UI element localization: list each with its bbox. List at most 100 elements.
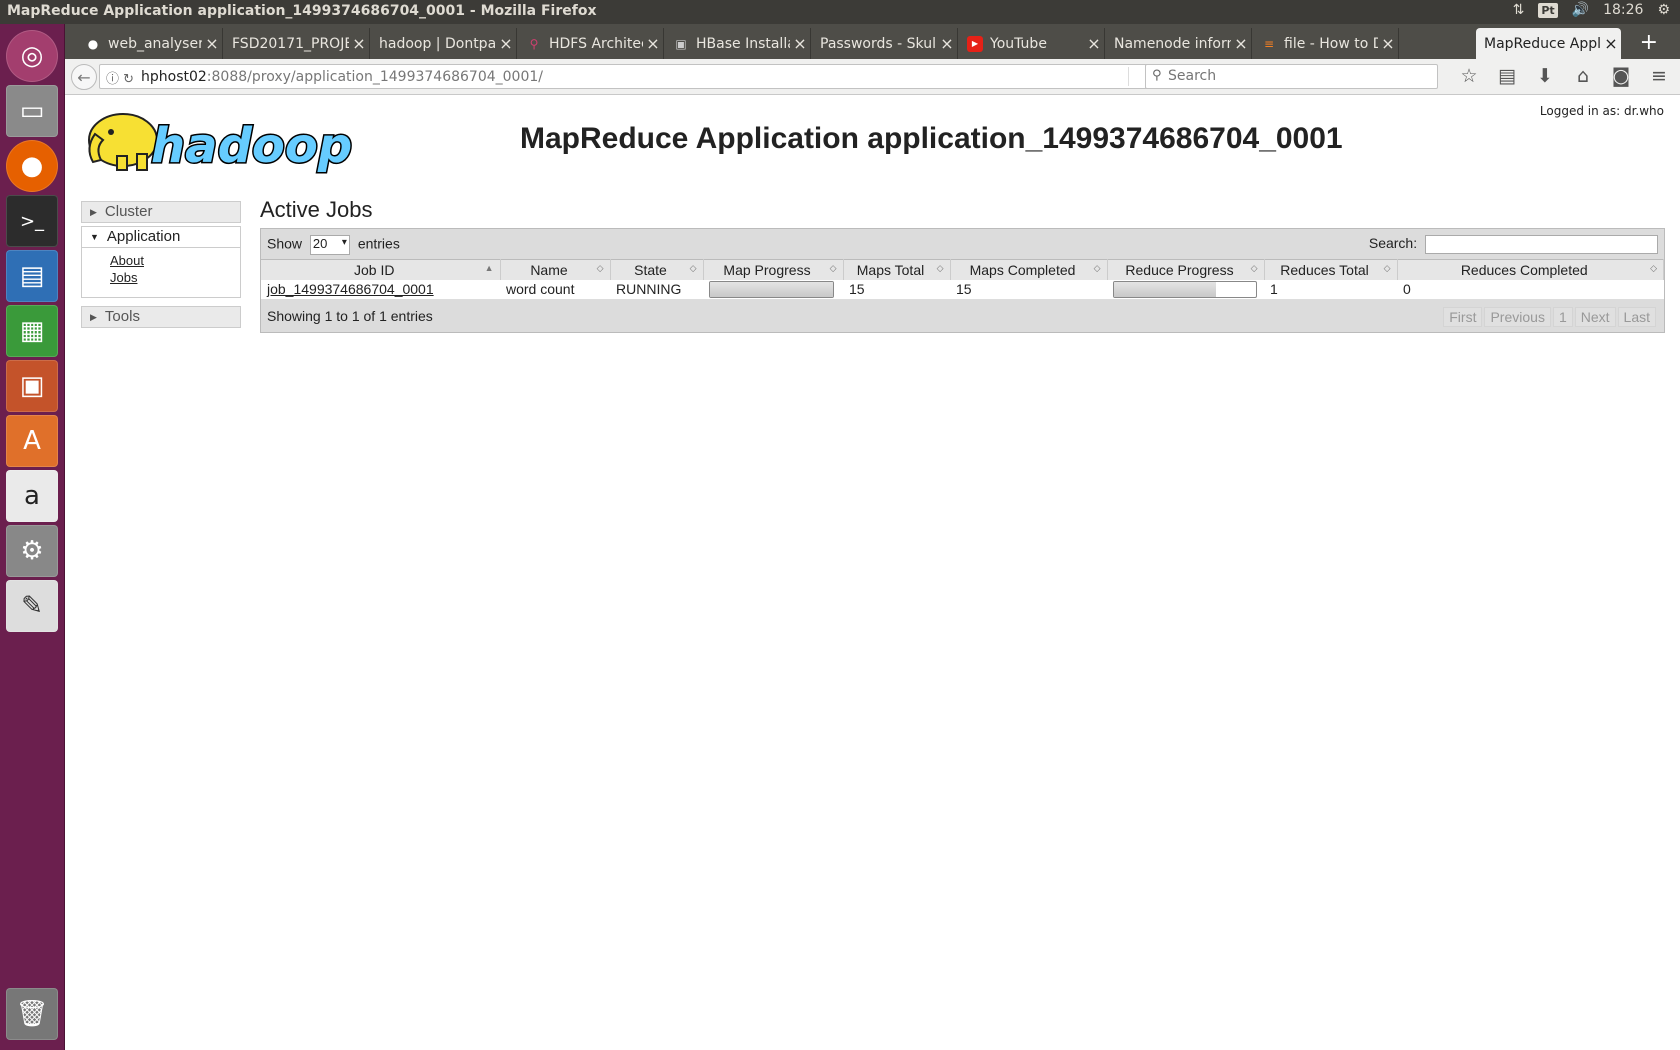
reduces-completed: 0 bbox=[1397, 279, 1664, 300]
info-icon[interactable]: ⓘ ↻ bbox=[106, 68, 134, 87]
new-tab-plus-icon[interactable]: + bbox=[1640, 30, 1658, 55]
web-search-box[interactable]: ⚲ bbox=[1145, 64, 1438, 89]
col-reduces-completed[interactable]: Reduces Completed ◇ bbox=[1397, 259, 1664, 280]
left-nav: ▶ Cluster ▼ Application About Jobs ▶ Tools bbox=[81, 201, 241, 331]
pager-first[interactable]: First bbox=[1443, 307, 1483, 327]
home-icon[interactable]: ⌂ bbox=[1572, 65, 1594, 87]
col-reduces-total[interactable]: Reduces Total ◇ bbox=[1264, 259, 1398, 280]
ubuntu-dash-icon[interactable]: ◎ bbox=[6, 30, 58, 82]
youtube-icon: ▶ bbox=[967, 35, 983, 52]
reading-list-icon[interactable]: ▤ bbox=[1496, 65, 1518, 87]
keyboard-layout-indicator[interactable]: Pt bbox=[1538, 2, 1558, 18]
close-icon[interactable]: × bbox=[1601, 34, 1621, 53]
nav-link-jobs[interactable]: Jobs bbox=[110, 269, 240, 286]
text-editor-icon[interactable]: ✎ bbox=[6, 580, 58, 632]
clock[interactable]: 18:26 bbox=[1603, 2, 1643, 18]
close-icon[interactable]: × bbox=[790, 34, 810, 53]
tab-youtube[interactable]: ▶ YouTube × bbox=[959, 28, 1105, 59]
network-icon[interactable]: ⇅ bbox=[1513, 2, 1525, 18]
triangle-down-icon: ▼ bbox=[90, 232, 99, 243]
tab-strip: ● web_analyser/ × FSD20171_PROJE × hadoo… bbox=[65, 24, 1680, 59]
pager-page-1[interactable]: 1 bbox=[1552, 307, 1573, 327]
system-tray: ⇅ Pt 🔊 18:26 ⚙ bbox=[1513, 2, 1670, 18]
web-search-input[interactable] bbox=[1168, 68, 1428, 84]
gear-icon[interactable]: ⚙ bbox=[1657, 2, 1670, 18]
col-reduce-progress[interactable]: Reduce Progress ◇ bbox=[1107, 259, 1265, 280]
close-icon[interactable]: × bbox=[1231, 34, 1251, 53]
maps-completed: 15 bbox=[950, 279, 1107, 300]
col-job-id[interactable]: Job ID ▲ bbox=[261, 259, 501, 280]
pocket-icon[interactable]: ◙ bbox=[1610, 65, 1632, 87]
section-heading: Active Jobs bbox=[260, 197, 373, 222]
stackoverflow-icon: ≡ bbox=[1263, 36, 1275, 51]
bookmark-star-icon[interactable]: ☆ bbox=[1458, 65, 1480, 87]
col-map-progress[interactable]: Map Progress ◇ bbox=[703, 259, 844, 280]
system-top-bar: MapReduce Application application_149937… bbox=[0, 0, 1680, 24]
job-id-link[interactable]: job_1499374686704_0001 bbox=[267, 281, 434, 297]
volume-icon[interactable]: 🔊 bbox=[1572, 2, 1589, 18]
nav-tools[interactable]: ▶ Tools bbox=[81, 306, 241, 328]
calc-icon[interactable]: ▦ bbox=[6, 305, 58, 357]
navigation-toolbar: ← ⓘ ↻ hphost02:8088/proxy/application_14… bbox=[65, 59, 1680, 95]
software-center-icon[interactable]: A bbox=[6, 415, 58, 467]
sort-icon: ◇ bbox=[829, 263, 837, 273]
main-panel: Active Jobs Show 20 ▾ entries Search: Job… bbox=[260, 197, 1665, 333]
impress-icon[interactable]: ▣ bbox=[6, 360, 58, 412]
nav-cluster[interactable]: ▶ Cluster bbox=[81, 201, 241, 223]
sort-icon: ◇ bbox=[1093, 263, 1101, 273]
page-size-select[interactable]: 20 ▾ bbox=[309, 235, 350, 255]
amazon-icon[interactable]: a bbox=[6, 470, 58, 522]
table-info: Showing 1 to 1 of 1 entries bbox=[267, 308, 433, 324]
maps-total: 15 bbox=[843, 279, 950, 300]
menu-hamburger-icon[interactable]: ≡ bbox=[1648, 65, 1670, 87]
tab-web-analyser[interactable]: ● web_analyser/ × bbox=[77, 28, 223, 59]
triangle-right-icon: ▶ bbox=[90, 207, 97, 218]
reduce-progress-bar bbox=[1113, 280, 1257, 298]
github-icon: ● bbox=[87, 36, 99, 51]
writer-icon[interactable]: ▤ bbox=[6, 250, 58, 302]
sort-icon: ◇ bbox=[1250, 263, 1258, 273]
nav-application[interactable]: ▼ Application bbox=[81, 226, 241, 248]
pagination: First Previous 1 Next Last bbox=[1443, 307, 1656, 327]
close-icon[interactable]: × bbox=[643, 34, 663, 53]
tab-hadoop-dontpad[interactable]: hadoop | Dontpa × bbox=[371, 28, 517, 59]
download-icon[interactable]: ⬇ bbox=[1534, 65, 1556, 87]
tab-fsd[interactable]: FSD20171_PROJE × bbox=[224, 28, 370, 59]
terminal-icon[interactable]: >_ bbox=[6, 195, 58, 247]
close-icon[interactable]: × bbox=[202, 34, 222, 53]
sort-icon: ◇ bbox=[1650, 263, 1657, 273]
pager-next[interactable]: Next bbox=[1574, 307, 1616, 327]
chevron-down-icon: ▾ bbox=[341, 237, 347, 248]
table-search-input[interactable] bbox=[1425, 235, 1658, 254]
tab-hbase[interactable]: ▣ HBase Installa × bbox=[665, 28, 811, 59]
trash-icon[interactable]: 🗑 bbox=[6, 988, 58, 1040]
close-icon[interactable]: × bbox=[1084, 34, 1104, 53]
tab-mapreduce-active[interactable]: MapReduce Appli × bbox=[1476, 28, 1621, 59]
url-bar[interactable]: ⓘ ↻ hphost02:8088/proxy/application_1499… bbox=[99, 64, 1170, 89]
col-maps-total[interactable]: Maps Total ◇ bbox=[843, 259, 951, 280]
hadoop-logo: hadoop bbox=[81, 104, 371, 176]
hdfs-icon: ⚲ bbox=[529, 36, 539, 51]
close-icon[interactable]: × bbox=[349, 34, 369, 53]
nav-application-body: About Jobs bbox=[81, 248, 241, 298]
col-state[interactable]: State ◇ bbox=[610, 259, 704, 280]
files-icon[interactable]: ▭ bbox=[6, 85, 58, 137]
nav-link-about[interactable]: About bbox=[110, 252, 240, 269]
tab-passwords[interactable]: Passwords - Skull × bbox=[812, 28, 958, 59]
page-content: Logged in as: dr.who hadoop MapReduce Ap… bbox=[65, 96, 1680, 1050]
launcher: ◎ ▭ ● >_ ▤ ▦ ▣ A a ⚙ ✎ 🗑 bbox=[0, 24, 65, 1050]
back-arrow-icon[interactable]: ← bbox=[71, 64, 97, 90]
tab-file-how-to[interactable]: ≡ file - How to D × bbox=[1253, 28, 1399, 59]
pager-previous[interactable]: Previous bbox=[1484, 307, 1551, 327]
close-icon[interactable]: × bbox=[1378, 34, 1398, 53]
close-icon[interactable]: × bbox=[937, 34, 957, 53]
col-name[interactable]: Name ◇ bbox=[500, 259, 611, 280]
close-icon[interactable]: × bbox=[496, 34, 516, 53]
tab-hdfs[interactable]: ⚲ HDFS Architec × bbox=[518, 28, 664, 59]
tab-namenode[interactable]: Namenode inforn × bbox=[1106, 28, 1252, 59]
pager-last[interactable]: Last bbox=[1617, 307, 1656, 327]
system-settings-icon[interactable]: ⚙ bbox=[6, 525, 58, 577]
col-maps-completed[interactable]: Maps Completed ◇ bbox=[950, 259, 1108, 280]
table-row: job_1499374686704_0001 word count RUNNIN… bbox=[261, 279, 1664, 300]
firefox-icon[interactable]: ● bbox=[6, 140, 58, 192]
